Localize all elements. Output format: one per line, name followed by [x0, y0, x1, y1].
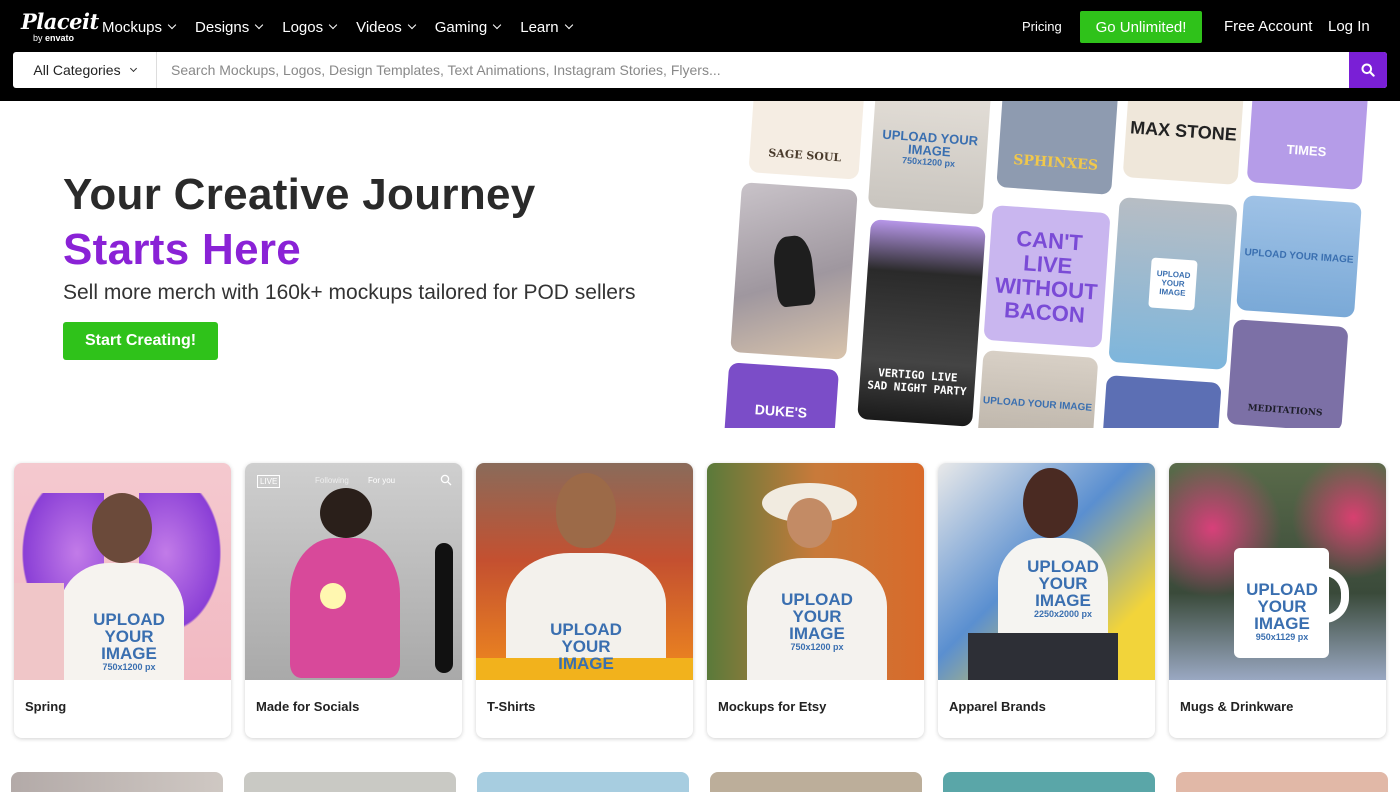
search-icon — [440, 474, 452, 486]
collage-dukes[interactable]: DUKE'S — [722, 362, 840, 428]
category-card-made-for-socials[interactable]: LIVE Following For you Made for Socials — [245, 463, 462, 738]
hero-title: Your Creative Journey — [63, 170, 536, 219]
card-image: UPLOAD YOUR IMAGE 2250x2000 px — [938, 463, 1155, 680]
collage-vertigo-video[interactable]: VERTIGO LIVE SAD NIGHT PARTY — [857, 219, 986, 427]
nav-logos[interactable]: Logos — [282, 19, 338, 36]
chevron-down-icon — [328, 20, 338, 30]
chevron-down-icon — [564, 20, 573, 30]
category-card-row2-2[interactable] — [244, 772, 456, 792]
logo-wordmark: Placeit — [21, 9, 99, 34]
chevron-down-icon — [407, 20, 416, 30]
category-card-row2-4[interactable] — [710, 772, 922, 792]
card-image: LIVE Following For you — [245, 463, 462, 680]
category-dropdown[interactable]: All Categories — [13, 52, 157, 88]
search-input[interactable] — [157, 52, 1349, 88]
card-image: UPLOAD YOUR IMAGE 950x1129 px — [1169, 463, 1386, 680]
collage-max-stone[interactable]: MAX STONE — [1122, 101, 1245, 185]
chevron-down-icon — [254, 20, 264, 30]
card-print-text: UPLOAD YOUR IMAGE — [1246, 580, 1318, 633]
category-card-apparel-brands[interactable]: UPLOAD YOUR IMAGE 2250x2000 px Apparel Br… — [938, 463, 1155, 738]
main-nav: Mockups Designs Logos Videos Gaming Lear… — [102, 16, 592, 38]
hero-title-accent: Starts Here — [63, 225, 302, 274]
collage-tshirt-man-cap[interactable]: UPLOAD YOUR IMAGE — [1236, 195, 1362, 318]
nav-designs[interactable]: Designs — [195, 19, 264, 36]
card-print-text: UPLOAD YOUR IMAGE — [550, 620, 622, 673]
collage-tshirt-woman[interactable]: UPLOAD YOUR IMAGE 750x1200 px — [867, 101, 992, 215]
category-card-mugs-drinkware[interactable]: UPLOAD YOUR IMAGE 950x1129 px Mugs & Drin… — [1169, 463, 1386, 738]
logo-byline: by envato — [33, 33, 75, 43]
placeit-logo[interactable]: Placeit by envato — [21, 9, 99, 44]
log-in-link[interactable]: Log In — [1328, 18, 1370, 35]
collage-circular-text[interactable] — [1101, 375, 1222, 428]
card-image: UPLOAD YOUR IMAGE 750x1200 px — [14, 463, 231, 680]
free-account-link[interactable]: Free Account — [1224, 18, 1312, 35]
chevron-down-icon — [492, 20, 502, 30]
collage-times[interactable]: TIMES — [1246, 101, 1369, 190]
top-navigation-bar: Placeit by envato Mockups Designs Logos … — [0, 0, 1400, 101]
search-icon — [1361, 63, 1375, 77]
card-label: Mockups for Etsy — [718, 699, 827, 714]
category-cards: UPLOAD YOUR IMAGE 750x1200 px Spring LIVE… — [14, 463, 1386, 738]
category-card-row2-3[interactable] — [477, 772, 689, 792]
card-image: UPLOAD YOUR IMAGE 750x1200 px — [707, 463, 924, 680]
category-card-spring[interactable]: UPLOAD YOUR IMAGE 750x1200 px Spring — [14, 463, 231, 738]
category-card-row2-6[interactable] — [1176, 772, 1388, 792]
collage-bacon[interactable]: CAN'T LIVE WITHOUT BACON — [983, 205, 1111, 348]
search-button[interactable] — [1349, 52, 1387, 88]
for-you-tab: For you — [368, 476, 396, 485]
card-label: Made for Socials — [256, 699, 360, 714]
collage-sphinxes[interactable]: SPHINXES — [996, 101, 1119, 195]
category-card-t-shirts[interactable]: UPLOAD YOUR IMAGE T-Shirts — [476, 463, 693, 738]
nav-gaming[interactable]: Gaming — [435, 19, 502, 36]
collage-dog-photo[interactable] — [730, 182, 858, 360]
category-card-row2-5[interactable] — [943, 772, 1155, 792]
collage-sage-soul[interactable]: SAGE SOUL — [748, 101, 866, 180]
search-bar: All Categories — [13, 52, 1387, 88]
hero-collage: SAGE SOUL DUKE'S UPLOAD YOUR IMAGE 750x12… — [722, 101, 1400, 428]
nav-learn[interactable]: Learn — [520, 19, 573, 36]
live-badge: LIVE — [257, 475, 281, 488]
chevron-down-icon — [129, 64, 137, 73]
collage-couple-hoodies[interactable]: UPLOAD YOUR IMAGE — [976, 350, 1099, 428]
category-card-mockups-for-etsy[interactable]: UPLOAD YOUR IMAGE 750x1200 px Mockups for… — [707, 463, 924, 738]
card-print-text: UPLOAD YOUR IMAGE — [1027, 557, 1099, 610]
pricing-link[interactable]: Pricing — [1022, 19, 1062, 34]
card-label: Mugs & Drinkware — [1180, 699, 1294, 714]
card-image: UPLOAD YOUR IMAGE — [476, 463, 693, 680]
card-label: Apparel Brands — [949, 699, 1046, 714]
nav-videos[interactable]: Videos — [356, 19, 416, 36]
hero-subtitle: Sell more merch with 160k+ mockups tailo… — [63, 281, 636, 304]
card-label: Spring — [25, 699, 67, 714]
category-card-row2-1[interactable] — [11, 772, 223, 792]
category-dropdown-label: All Categories — [33, 62, 121, 78]
go-unlimited-button[interactable]: Go Unlimited! — [1080, 11, 1202, 43]
nav-mockups[interactable]: Mockups — [102, 19, 177, 36]
start-creating-button[interactable]: Start Creating! — [63, 322, 218, 360]
following-tab: Following — [315, 476, 349, 485]
collage-meditations[interactable]: MEDITATIONS — [1226, 319, 1349, 428]
card-label: T-Shirts — [487, 699, 536, 714]
collage-mug-woman[interactable]: UPLOAD YOUR IMAGE — [1108, 197, 1238, 370]
card-print-text: UPLOAD YOUR IMAGE — [93, 610, 165, 663]
chevron-down-icon — [167, 20, 177, 30]
card-print-text: UPLOAD YOUR IMAGE — [781, 590, 853, 643]
